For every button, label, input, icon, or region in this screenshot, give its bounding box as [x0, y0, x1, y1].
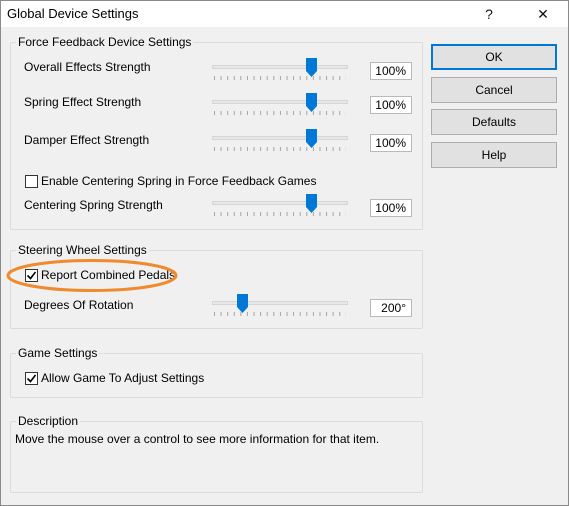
- description-group-title: Description: [16, 414, 81, 428]
- damper-effect-value[interactable]: 100%: [370, 134, 412, 152]
- centering-spring-value[interactable]: 100%: [370, 199, 412, 217]
- cancel-button[interactable]: Cancel: [431, 77, 557, 103]
- allow-game-checkbox[interactable]: [25, 372, 38, 385]
- centering-spring-checkbox-label[interactable]: Enable Centering Spring in Force Feedbac…: [41, 174, 316, 188]
- global-device-settings-dialog: Global Device Settings ? ✕ Force Feedbac…: [0, 0, 569, 506]
- close-icon[interactable]: ✕: [521, 1, 565, 27]
- report-combined-pedals-label[interactable]: Report Combined Pedals: [41, 268, 175, 282]
- spring-effect-value[interactable]: 100%: [370, 96, 412, 114]
- degrees-of-rotation-slider[interactable]: [212, 294, 348, 322]
- report-combined-pedals-checkbox[interactable]: [25, 269, 38, 282]
- overall-effects-label: Overall Effects Strength: [24, 60, 151, 74]
- overall-effects-value[interactable]: 100%: [370, 62, 412, 80]
- title-bar: Global Device Settings ? ✕: [1, 1, 568, 27]
- damper-effect-label: Damper Effect Strength: [24, 133, 150, 147]
- centering-spring-slider[interactable]: [212, 194, 348, 222]
- allow-game-label[interactable]: Allow Game To Adjust Settings: [41, 371, 204, 385]
- spring-effect-slider[interactable]: [212, 93, 348, 121]
- degrees-of-rotation-label: Degrees Of Rotation: [24, 298, 134, 312]
- window-title: Global Device Settings: [7, 6, 139, 21]
- degrees-of-rotation-value[interactable]: 200°: [370, 299, 412, 317]
- help-button[interactable]: Help: [431, 142, 557, 168]
- force-feedback-group-title: Force Feedback Device Settings: [16, 35, 194, 49]
- help-icon[interactable]: ?: [467, 1, 511, 27]
- description-text: Move the mouse over a control to see mor…: [15, 432, 380, 446]
- centering-spring-label: Centering Spring Strength: [24, 198, 163, 212]
- ok-button[interactable]: OK: [431, 44, 557, 70]
- centering-spring-checkbox[interactable]: [25, 175, 38, 188]
- defaults-button[interactable]: Defaults: [431, 109, 557, 135]
- spring-effect-label: Spring Effect Strength: [24, 95, 142, 109]
- damper-effect-slider[interactable]: [212, 129, 348, 157]
- overall-effects-slider[interactable]: [212, 58, 348, 86]
- steering-wheel-group-title: Steering Wheel Settings: [16, 243, 149, 257]
- game-settings-group-title: Game Settings: [16, 346, 100, 360]
